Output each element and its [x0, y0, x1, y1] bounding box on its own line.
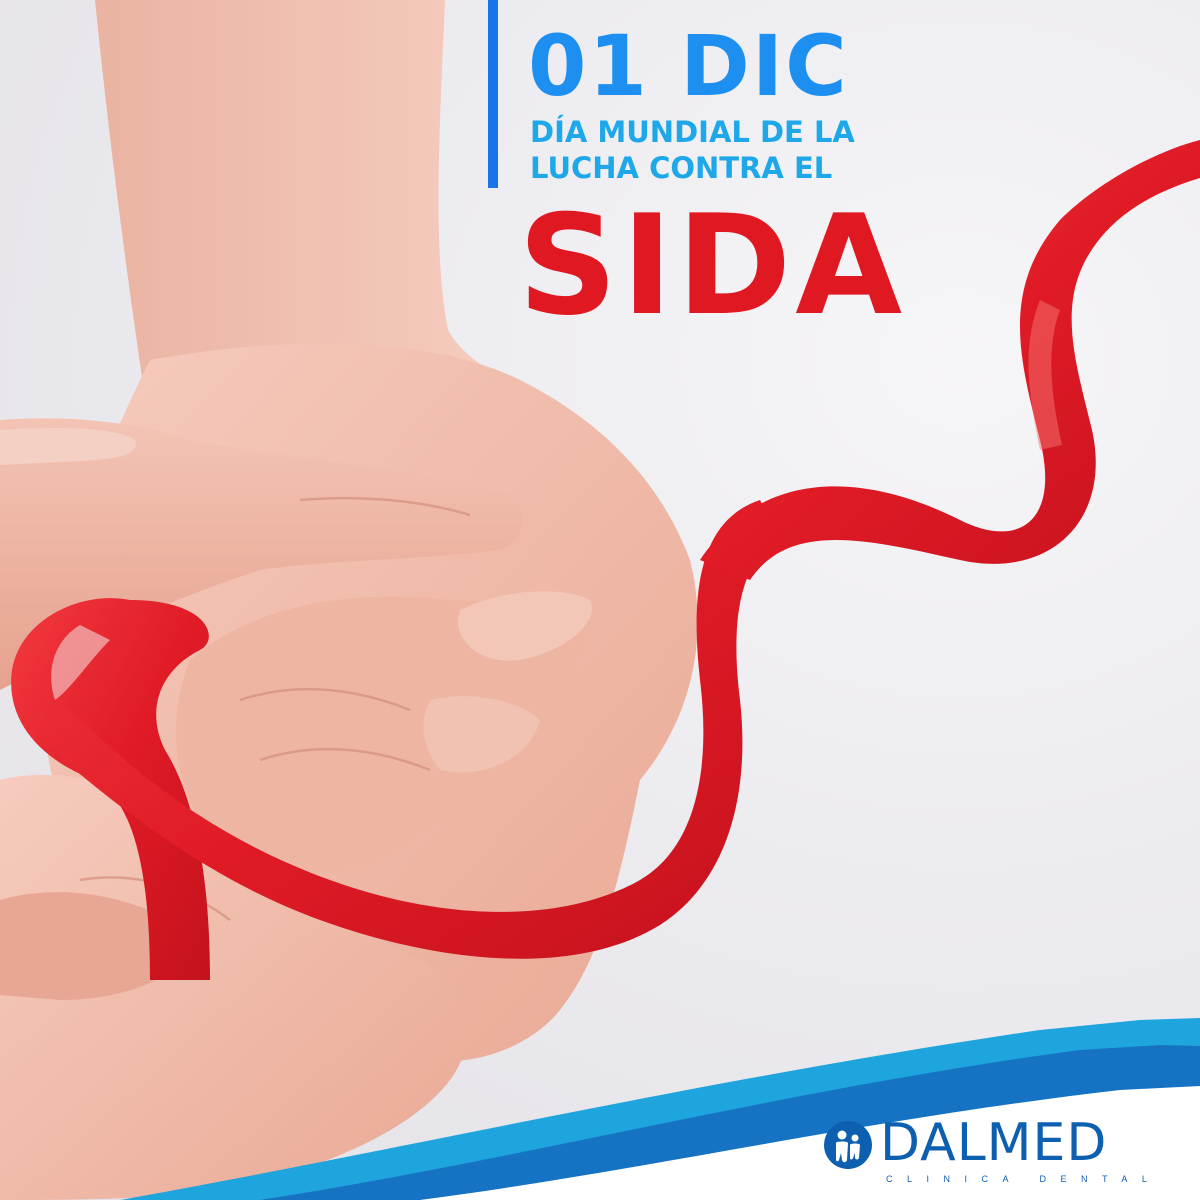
event-subtitle: DÍA MUNDIAL DE LA LUCHA CONTRA EL: [530, 114, 855, 186]
event-date: 01 DIC: [528, 17, 849, 115]
subtitle-line-1: DÍA MUNDIAL DE LA: [530, 115, 855, 149]
headline: 01 DIC DÍA MUNDIAL DE LA LUCHA CONTRA EL…: [488, 0, 1008, 340]
poster: 01 DIC DÍA MUNDIAL DE LA LUCHA CONTRA EL…: [0, 0, 1200, 1200]
tooth-family-icon: [824, 1121, 872, 1169]
brand-logo: DALMED CLINICA DENTAL: [822, 1113, 1147, 1187]
brand-tagline: CLINICA DENTAL: [886, 1174, 1162, 1184]
brand-name: DALMED: [880, 1113, 1108, 1173]
accent-bar: [488, 0, 498, 188]
subtitle-line-2: LUCHA CONTRA EL: [530, 151, 833, 185]
disease-title: SIDA: [518, 185, 907, 346]
